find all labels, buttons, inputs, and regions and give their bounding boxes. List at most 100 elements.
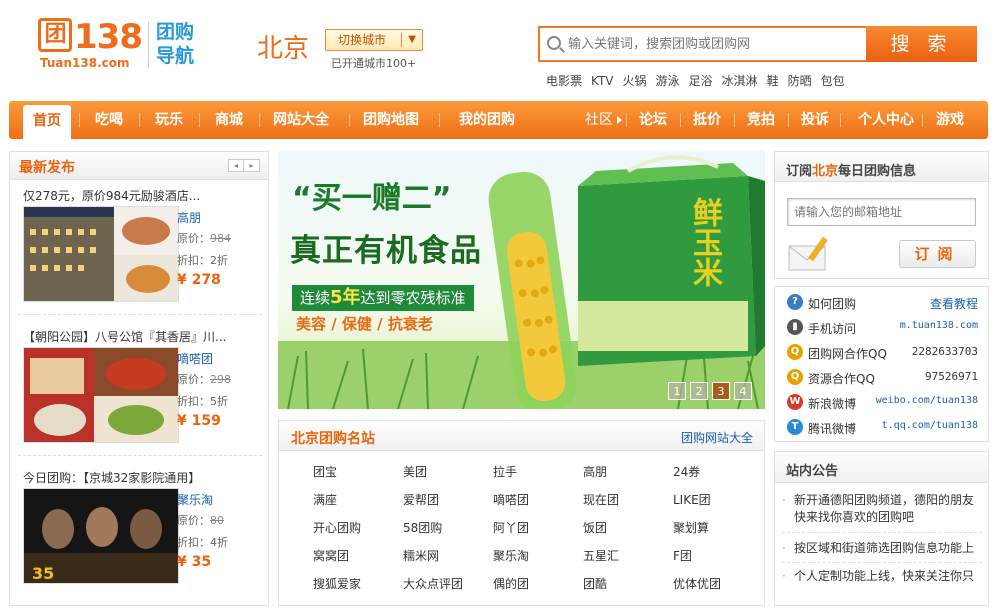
site-link[interactable]: 嘀嗒团	[493, 491, 529, 508]
notice-text: 新开通德阳团购频道，德阳的朋友快来找你喜欢的团购吧	[794, 493, 975, 524]
logo-divider	[148, 22, 149, 68]
site-link[interactable]: 爱帮团	[403, 491, 439, 508]
banner-dot[interactable]: 4	[734, 382, 752, 400]
site-logo[interactable]: 团 138 Tuan138.com 团购导航	[38, 18, 200, 74]
info-value[interactable]: 查看教程	[930, 295, 978, 312]
site-link[interactable]: 58团购	[403, 519, 442, 536]
site-link[interactable]: 团酷	[583, 575, 607, 592]
notice-item[interactable]: 个人定制功能上线，快来关注你只	[782, 568, 982, 585]
info-value[interactable]: weibo.com/tuan138	[876, 395, 978, 406]
notice-panel: 站内公告 新开通德阳团购频道，德阳的朋友快来找你喜欢的团购吧按区域和街道筛选团购…	[774, 451, 989, 606]
search-button[interactable]: 搜 索	[866, 26, 977, 62]
chevron-down-icon: ▼	[408, 34, 416, 45]
nav-item-community[interactable]: 社区	[579, 101, 619, 139]
hot-keyword-link[interactable]: 游泳	[656, 74, 680, 88]
deal-pager: ◂ ▸	[228, 159, 260, 172]
hot-keyword-link[interactable]: 防晒	[788, 74, 812, 88]
site-link[interactable]: 团宝	[313, 463, 337, 480]
original-price-value: 298	[210, 373, 231, 386]
site-link[interactable]: 窝窝团	[313, 547, 349, 564]
hot-keyword-link[interactable]: KTV	[591, 74, 613, 88]
site-link[interactable]: 大众点评团	[403, 575, 463, 592]
notice-divider	[782, 532, 982, 533]
deal-card[interactable]: 【朝阳公园】八号公馆『其香居』川... 嘀嗒团 原价：298 折扣：5折 ¥ 159	[10, 328, 268, 464]
nav-divider	[626, 113, 627, 127]
hot-keyword-link[interactable]: 包包	[821, 74, 845, 88]
nav-item[interactable]: 论坛	[635, 101, 671, 139]
info-label: 资源合作QQ	[808, 372, 875, 386]
site-link[interactable]: 美团	[403, 463, 427, 480]
deal-divider	[18, 455, 262, 456]
site-link[interactable]: 满座	[313, 491, 337, 508]
site-link[interactable]: 开心团购	[313, 519, 361, 536]
info-value[interactable]: t.qq.com/tuan138	[882, 420, 978, 431]
site-link[interactable]: F团	[673, 547, 692, 564]
deal-site-link[interactable]: 高朋	[177, 209, 201, 226]
box-brand-text: 鲜玉米	[687, 197, 722, 287]
nav-item[interactable]: 个人中心	[849, 101, 923, 139]
email-field[interactable]: 请输入您的邮箱地址	[787, 198, 976, 226]
site-link[interactable]: 饭团	[583, 519, 607, 536]
hot-keyword-link[interactable]: 电影票	[546, 74, 582, 88]
nav-item[interactable]: 网站大全	[267, 101, 335, 139]
nav-item[interactable]: 团购地图	[357, 101, 425, 139]
deal-card[interactable]: 仅278元，原价984元励骏酒店... 高朋 原价：984 折扣：2折 ¥ 278	[10, 187, 268, 323]
notice-item[interactable]: 新开通德阳团购频道，德阳的朋友快来找你喜欢的团购吧	[782, 492, 982, 526]
notice-item[interactable]: 按区域和街道筛选团购信息功能上	[782, 540, 982, 557]
hot-keyword-link[interactable]: 鞋	[767, 74, 779, 88]
site-link[interactable]: 阿丫团	[493, 519, 529, 536]
subscribe-button[interactable]: 订阅	[899, 240, 976, 268]
site-link[interactable]: 搜狐爱家	[313, 575, 361, 592]
nav-item[interactable]: 游戏	[931, 101, 969, 139]
site-link[interactable]: 高朋	[583, 463, 607, 480]
site-link[interactable]: 24券	[673, 463, 700, 480]
switch-city-button[interactable]: 切换城市 ▼	[325, 29, 423, 51]
nav-item[interactable]: 首页	[23, 105, 71, 139]
hot-keywords: 电影票 KTV 火锅 游泳 足浴 冰淇淋鞋防晒 包包	[546, 72, 854, 89]
nav-item[interactable]: 抵价	[689, 101, 725, 139]
nav-divider	[922, 113, 923, 127]
site-link[interactable]: 现在团	[583, 491, 619, 508]
hot-keyword-link[interactable]: 足浴	[689, 74, 713, 88]
deal-site-link[interactable]: 嘀嗒团	[177, 350, 213, 367]
info-row: ? 如何团购 查看教程	[775, 292, 988, 316]
info-value[interactable]: m.tuan138.com	[900, 320, 978, 331]
nav-item[interactable]: 玩乐	[147, 101, 191, 139]
site-link[interactable]: 聚乐淘	[493, 547, 529, 564]
site-link[interactable]: 优体优团	[673, 575, 721, 592]
nav-item[interactable]: 竞拍	[743, 101, 779, 139]
site-link[interactable]: 偶的团	[493, 575, 529, 592]
deal-title[interactable]: 仅278元，原价984元励骏酒店...	[23, 187, 263, 204]
triangle-right-icon	[617, 116, 622, 124]
nav-item[interactable]: 投诉	[797, 101, 833, 139]
notice-text: 个人定制功能上线，快来关注你只	[794, 569, 975, 583]
banner-dot[interactable]: 1	[668, 382, 686, 400]
all-sites-link[interactable]: 团购网站大全	[681, 429, 753, 446]
search-box[interactable]	[538, 26, 868, 62]
deal-image[interactable]: 35	[23, 488, 179, 584]
banner-dot[interactable]: 2	[690, 382, 708, 400]
hot-keyword-link[interactable]: 火锅	[623, 74, 647, 88]
site-link[interactable]: 拉手	[493, 463, 517, 480]
deal-image[interactable]	[23, 347, 179, 443]
nav-item[interactable]: 商城	[207, 101, 251, 139]
site-link[interactable]: 糯米网	[403, 547, 439, 564]
site-link[interactable]: 聚划算	[673, 519, 709, 536]
deal-image[interactable]	[23, 206, 179, 302]
search-input[interactable]	[568, 33, 858, 55]
hot-keyword-link[interactable]: 冰淇淋	[722, 74, 758, 88]
promo-banner[interactable]: “买一赠二” 真正有机食品 连续5年达到零农残标准 美容 / 保健 / 抗衰老 …	[278, 151, 765, 409]
panel-title: 站内公告	[786, 464, 839, 479]
deal-site-link[interactable]: 聚乐淘	[177, 491, 213, 508]
discount: 折扣：5折	[177, 393, 228, 409]
nav-item[interactable]: 吃喝	[87, 101, 131, 139]
deal-title[interactable]: 今日团购：【京城32家影院通用】	[23, 469, 263, 486]
prev-arrow-icon[interactable]: ◂	[229, 160, 244, 171]
next-arrow-icon[interactable]: ▸	[244, 160, 259, 171]
site-link[interactable]: 五星汇	[583, 547, 619, 564]
banner-dot[interactable]: 3	[712, 382, 730, 400]
nav-item[interactable]: 我的团购	[447, 101, 527, 139]
deal-title[interactable]: 【朝阳公园】八号公馆『其香居』川...	[23, 328, 263, 345]
deal-card[interactable]: 今日团购：【京城32家影院通用】 35 聚乐淘 原价：80 折扣：4折 ¥ 35	[10, 469, 268, 605]
site-link[interactable]: LIKE团	[673, 491, 711, 508]
